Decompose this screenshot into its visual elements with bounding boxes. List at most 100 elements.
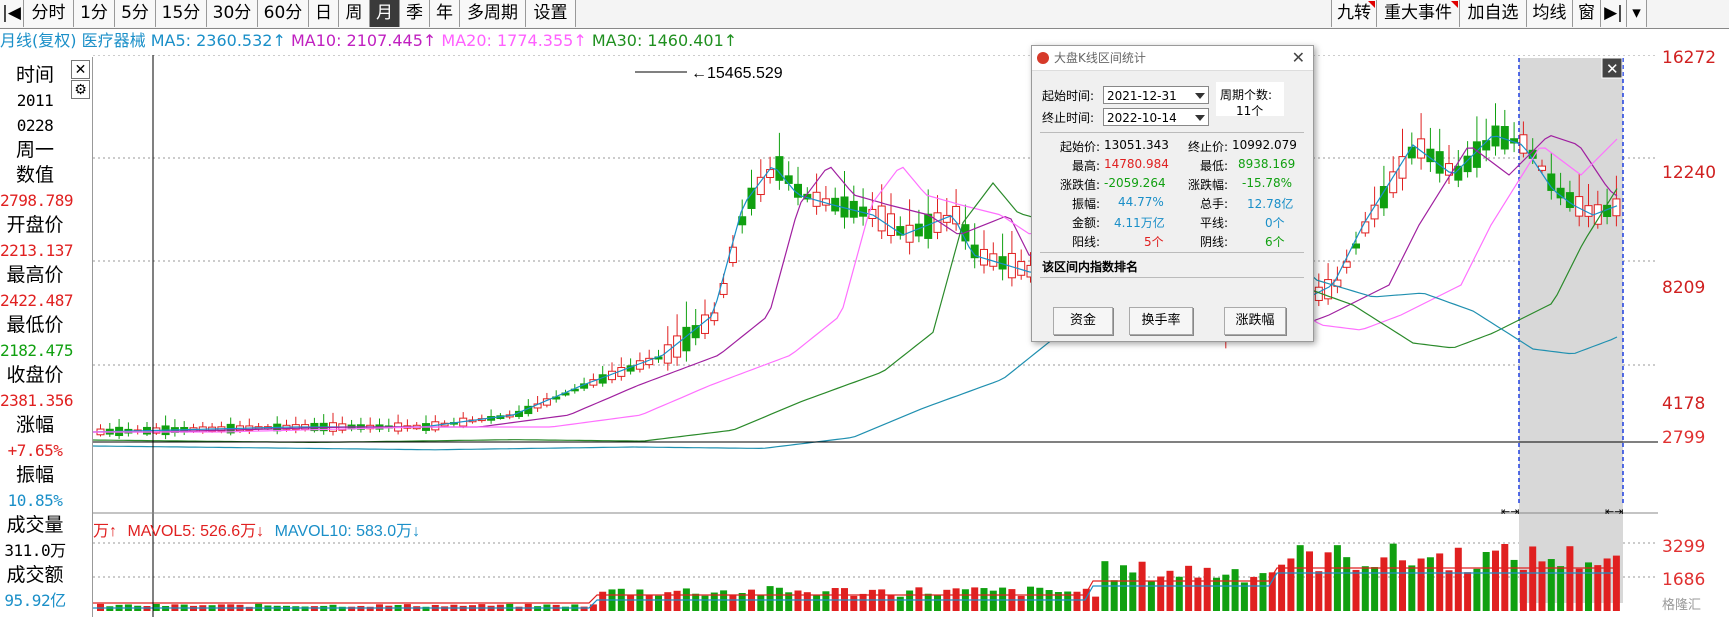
add-watchlist-button[interactable]: 加自选	[1460, 0, 1527, 27]
volume-bar	[106, 606, 114, 611]
end-time-select[interactable]: 2022-10-14	[1103, 108, 1209, 126]
candle-body	[1417, 138, 1426, 159]
volume-bar	[1185, 565, 1193, 611]
volume-bar	[1352, 569, 1360, 611]
tab-month[interactable]: 月	[370, 0, 400, 27]
close-icon[interactable]: ✕	[71, 60, 90, 79]
tab-day[interactable]: 日	[309, 0, 339, 27]
range-end-handle-icon[interactable]: ⇤⇥	[1605, 505, 1623, 518]
period-label[interactable]: 月线(复权)	[0, 31, 77, 50]
divider	[1040, 252, 1304, 253]
volume-bar	[366, 606, 374, 611]
low-label: 最低:	[1199, 159, 1228, 173]
candle-body	[756, 176, 765, 196]
amplitude-value: 44.77%	[1118, 195, 1164, 209]
volume-bar	[1175, 576, 1183, 611]
start-price-label: 起始价:	[1059, 140, 1100, 154]
volume-bar	[441, 606, 449, 611]
volume-bar	[813, 595, 821, 611]
change-value: +7.65%	[7, 441, 63, 460]
last-page-icon[interactable]: ▶|	[1601, 0, 1627, 27]
tab-fenshi[interactable]: 分时	[24, 0, 74, 27]
volume-bar	[1250, 576, 1258, 611]
volume-bar	[1519, 569, 1527, 611]
volume-bar	[1268, 572, 1276, 611]
volume-bar	[1231, 569, 1239, 611]
candle-body	[1389, 171, 1398, 194]
up-count-label: 阳线:	[1071, 235, 1100, 249]
open-value: 2213.137	[0, 241, 74, 260]
volume-bar	[1129, 572, 1137, 611]
amount-value: 4.11万亿	[1114, 216, 1165, 230]
dropdown-icon[interactable]: ▾	[1627, 0, 1647, 27]
volume-bar	[301, 606, 309, 611]
candle-body	[673, 335, 682, 358]
candle-body	[682, 326, 691, 352]
period-count-box: 周期个数: 11个	[1216, 82, 1284, 118]
volume-bar	[1612, 555, 1620, 611]
window-button[interactable]: 窗	[1573, 0, 1601, 27]
divider	[1040, 132, 1304, 133]
volume-bar	[1278, 564, 1286, 611]
tab-week[interactable]: 周	[339, 0, 370, 27]
ma5-value: MA5: 2360.532↑	[150, 31, 286, 50]
volume-bar	[1157, 576, 1165, 611]
flat-count-value: 0个	[1265, 216, 1285, 230]
volume-bar	[645, 594, 653, 611]
range-start-handle-icon[interactable]: ⇤⇥	[1501, 505, 1519, 518]
candle-body	[1407, 146, 1416, 159]
tab-year[interactable]: 年	[430, 0, 460, 27]
end-price-label: 终止价:	[1187, 140, 1228, 154]
tab-5min[interactable]: 5分	[115, 0, 156, 27]
major-events-button[interactable]: 重大事件	[1377, 0, 1460, 27]
change-pct-label: 涨跌幅:	[1187, 178, 1228, 192]
volume-bar	[1473, 568, 1481, 611]
volume-bar	[1417, 558, 1425, 611]
ma-lines-button[interactable]: 均线	[1527, 0, 1573, 27]
close-icon[interactable]: ✕	[1292, 46, 1305, 70]
tab-season[interactable]: 季	[400, 0, 430, 27]
rank-label: 该区间内指数排名	[1042, 260, 1139, 274]
time-label: 时间	[15, 64, 54, 86]
gear-icon[interactable]: ⚙	[71, 80, 90, 99]
fund-button[interactable]: 资金	[1053, 307, 1113, 335]
total-lots-label: 总手:	[1199, 197, 1228, 211]
tab-settings[interactable]: 设置	[526, 0, 576, 27]
candle-body	[1435, 151, 1444, 174]
axis-label-8209: 8209	[1662, 278, 1706, 298]
tab-15min[interactable]: 15分	[156, 0, 207, 27]
volume-bar	[822, 591, 830, 611]
volume-bar	[1436, 553, 1444, 611]
volume-bar	[775, 587, 783, 611]
change-value-label: 涨跌值:	[1059, 178, 1100, 192]
start-price-value: 13051.343	[1104, 138, 1169, 152]
first-page-icon[interactable]: |◀	[0, 0, 24, 27]
volume-bar	[1259, 573, 1267, 611]
amplitude-label: 振幅:	[1071, 197, 1100, 211]
volume-ma-info: 万↑ MAVOL5: 526.6万↓ MAVOL10: 583.0万↓	[93, 523, 420, 540]
tab-60min[interactable]: 60分	[258, 0, 309, 27]
tab-30min[interactable]: 30分	[207, 0, 258, 27]
volume-bar	[627, 595, 635, 611]
volume-bar	[413, 606, 421, 611]
dialog-titlebar[interactable]: 大盘K线区间统计 ✕	[1032, 46, 1313, 71]
candle-body	[766, 169, 775, 178]
selected-range-shade[interactable]	[1519, 58, 1623, 603]
open-label: 开盘价	[6, 214, 64, 236]
divider	[1040, 277, 1304, 278]
volume-bar	[1501, 543, 1509, 611]
start-time-select[interactable]: 2021-12-31	[1103, 86, 1209, 104]
volume-bar	[1603, 558, 1611, 611]
amplitude-value: 10.85%	[7, 491, 63, 510]
tab-1min[interactable]: 1分	[74, 0, 115, 27]
turnover-button[interactable]: 换手率	[1129, 307, 1193, 335]
change-rank-button[interactable]: 涨跌幅	[1224, 307, 1286, 335]
end-time-value: 2022-10-14	[1107, 111, 1177, 125]
high-value: 14780.984	[1104, 157, 1169, 171]
volume-bar	[1538, 561, 1546, 611]
kline-chart[interactable]: ←15465.529 ✕ ⇤⇥ ⇤⇥ 万↑ MAVOL5: 526.6万↓ MA…	[93, 55, 1658, 617]
tab-multi-period[interactable]: 多周期	[460, 0, 526, 27]
jiuzhuan-button[interactable]: 九转	[1331, 0, 1377, 27]
end-price-value: 10992.079	[1232, 138, 1297, 152]
value: 2798.789	[0, 191, 74, 210]
